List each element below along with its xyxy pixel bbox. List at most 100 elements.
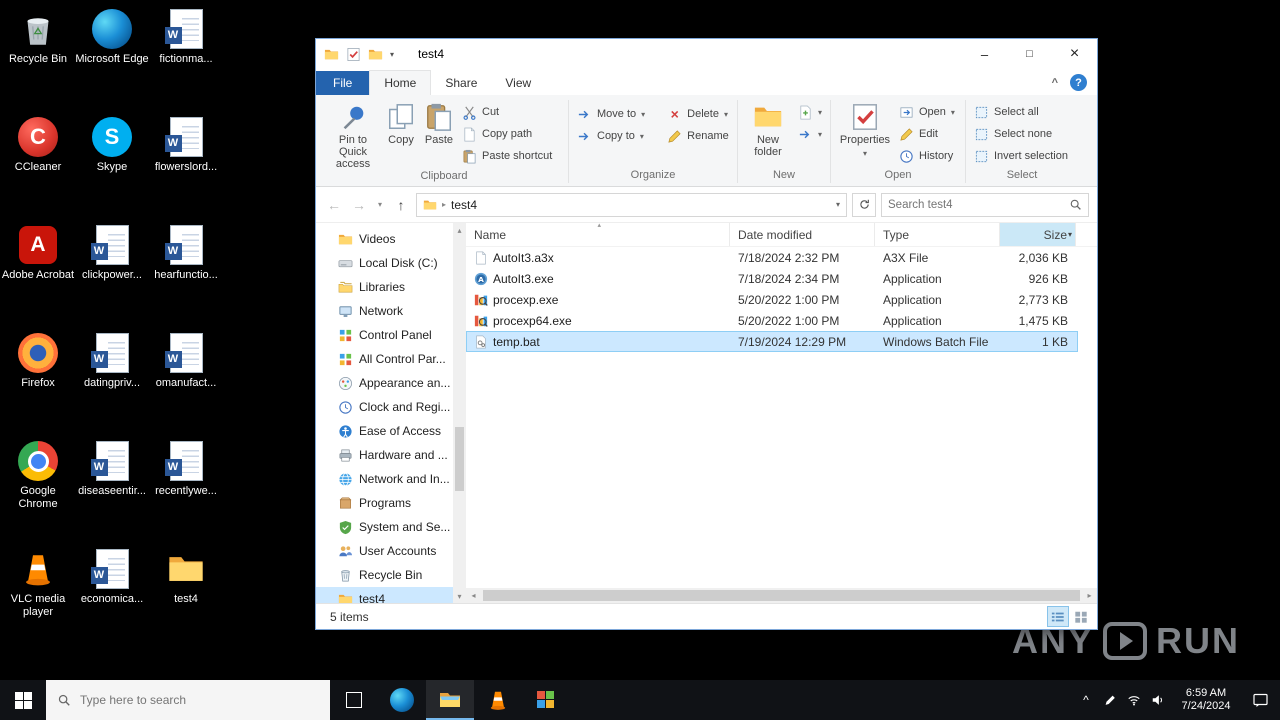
- properties-button[interactable]: Properties ▾: [835, 99, 895, 160]
- scroll-right-icon[interactable]: ▸: [1082, 591, 1097, 600]
- copy-to-button[interactable]: Copy to ▾: [573, 125, 649, 147]
- column-filter-chevron-icon[interactable]: ▾: [1068, 230, 1072, 239]
- start-button[interactable]: [0, 680, 46, 720]
- sidebar-item-programs[interactable]: Programs: [316, 491, 453, 515]
- desktop-icon-recycle-bin[interactable]: Recycle Bin: [0, 8, 76, 66]
- scrollbar-thumb[interactable]: [483, 590, 1080, 601]
- tab-share[interactable]: Share: [431, 71, 491, 95]
- sidebar-item-control-panel[interactable]: Control Panel: [316, 323, 453, 347]
- column-header-name[interactable]: ▴ Name: [466, 222, 730, 246]
- history-button[interactable]: History: [895, 145, 959, 167]
- taskbar-vlc-button[interactable]: [474, 680, 522, 720]
- column-header-date-modified[interactable]: Date modified: [730, 223, 875, 246]
- sidebar-item-libraries[interactable]: Libraries: [316, 275, 453, 299]
- scroll-up-icon[interactable]: ▴: [457, 223, 461, 237]
- tab-file[interactable]: File: [316, 71, 370, 95]
- desktop-icon-diseaseentir[interactable]: diseaseentir...: [74, 440, 150, 498]
- sidebar-scrollbar[interactable]: ▴ ▾: [453, 223, 466, 603]
- desktop-icon-test4[interactable]: test4: [148, 548, 224, 606]
- desktop-icon-hearfunctio[interactable]: hearfunctio...: [148, 224, 224, 282]
- sidebar-item-hardware-and-sound[interactable]: Hardware and ...: [316, 443, 453, 467]
- title-bar[interactable]: ▾ test4 – □ ×: [316, 39, 1097, 69]
- invert-selection-button[interactable]: Invert selection: [970, 145, 1072, 167]
- breadcrumb-path[interactable]: test4: [451, 198, 477, 212]
- copy-button[interactable]: Copy: [382, 99, 420, 146]
- edit-button[interactable]: Edit: [895, 123, 959, 145]
- scrollbar-thumb[interactable]: [455, 427, 464, 491]
- scroll-down-icon[interactable]: ▾: [457, 589, 461, 603]
- file-list[interactable]: ▴ Name Date modified Type Size ▾ AutoIt3…: [466, 222, 1097, 603]
- new-folder-button[interactable]: New folder: [742, 99, 794, 158]
- desktop-icon-datingpriv[interactable]: datingpriv...: [74, 332, 150, 390]
- desktop-icon-flowerslord[interactable]: flowerslord...: [148, 116, 224, 174]
- new-item-button[interactable]: ▾: [794, 101, 826, 123]
- sidebar-item-network[interactable]: Network: [316, 299, 453, 323]
- file-row[interactable]: AutoIt3.exe 7/18/2024 2:34 PM Applicatio…: [466, 268, 1078, 289]
- pen-icon[interactable]: [1098, 680, 1122, 720]
- navigation-pane[interactable]: Videos Local Disk (C:) Libraries Network…: [316, 223, 453, 603]
- view-details-button[interactable]: [1047, 606, 1069, 627]
- address-box[interactable]: ▸ test4 ▾: [416, 192, 847, 217]
- refresh-button[interactable]: [852, 192, 876, 217]
- forward-button[interactable]: →: [349, 197, 369, 213]
- sidebar-item-appearance[interactable]: Appearance an...: [316, 371, 453, 395]
- paste-button[interactable]: Paste: [420, 99, 458, 146]
- sidebar-item-ease-of-access[interactable]: Ease of Access: [316, 419, 453, 443]
- taskbar-edge-button[interactable]: [378, 680, 426, 720]
- help-icon[interactable]: ?: [1070, 74, 1087, 91]
- desktop[interactable]: Recycle Bin Microsoft Edge fictionma... …: [0, 0, 1280, 720]
- filelist-hscrollbar[interactable]: ◂ ▸: [466, 588, 1097, 603]
- qat-properties-icon[interactable]: [346, 47, 361, 62]
- tab-home[interactable]: Home: [369, 70, 432, 95]
- delete-button[interactable]: × Delete ▾: [663, 103, 733, 125]
- desktop-icon-edge[interactable]: Microsoft Edge: [74, 8, 150, 66]
- file-rows[interactable]: AutoIt3.a3x 7/18/2024 2:32 PM A3X File 2…: [466, 247, 1097, 588]
- desktop-icon-skype[interactable]: Skype: [74, 116, 150, 174]
- sidebar-item-videos[interactable]: Videos: [316, 227, 453, 251]
- notification-center-button[interactable]: [1242, 680, 1280, 720]
- sidebar-item-user-accounts[interactable]: User Accounts: [316, 539, 453, 563]
- file-row[interactable]: procexp64.exe 5/20/2022 1:00 PM Applicat…: [466, 310, 1078, 331]
- recent-locations-chevron-icon[interactable]: ▾: [374, 200, 386, 209]
- open-button[interactable]: Open ▾: [895, 101, 959, 123]
- sidebar-item-system-and-security[interactable]: System and Se...: [316, 515, 453, 539]
- qat-customize-chevron-icon[interactable]: ▾: [390, 50, 394, 59]
- sidebar-item-local-disk-c[interactable]: Local Disk (C:): [316, 251, 453, 275]
- file-row[interactable]: AutoIt3.a3x 7/18/2024 2:32 PM A3X File 2…: [466, 247, 1078, 268]
- column-header-size[interactable]: Size ▾: [1000, 223, 1076, 246]
- minimize-button[interactable]: –: [962, 39, 1007, 69]
- desktop-icon-economica[interactable]: economica...: [74, 548, 150, 606]
- file-row[interactable]: procexp.exe 5/20/2022 1:00 PM Applicatio…: [466, 289, 1078, 310]
- taskbar-explorer-button[interactable]: [426, 680, 474, 720]
- maximize-button[interactable]: □: [1007, 39, 1052, 69]
- select-none-button[interactable]: Select none: [970, 123, 1072, 145]
- sidebar-item-network-and-internet[interactable]: Network and In...: [316, 467, 453, 491]
- cut-button[interactable]: Cut: [458, 101, 556, 123]
- taskbar-search-input[interactable]: [80, 693, 319, 707]
- desktop-icon-adobe-acrobat[interactable]: Adobe Acrobat: [0, 224, 76, 282]
- tab-view[interactable]: View: [491, 71, 545, 95]
- sidebar-item-test4[interactable]: test4: [316, 587, 453, 603]
- back-button[interactable]: ←: [324, 197, 344, 213]
- search-input[interactable]: [888, 198, 1069, 211]
- rename-button[interactable]: Rename: [663, 125, 733, 147]
- scroll-left-icon[interactable]: ◂: [466, 591, 481, 600]
- pin-to-quick-access-button[interactable]: Pin to Quick access: [324, 99, 382, 170]
- qat-new-folder-icon[interactable]: [368, 47, 383, 62]
- sidebar-item-all-control-panel-items[interactable]: All Control Par...: [316, 347, 453, 371]
- task-view-button[interactable]: [330, 680, 378, 720]
- sidebar-item-recycle-bin[interactable]: Recycle Bin: [316, 563, 453, 587]
- desktop-icon-ccleaner[interactable]: CCleaner: [0, 116, 76, 174]
- sidebar-item-clock-and-region[interactable]: Clock and Regi...: [316, 395, 453, 419]
- address-dropdown-icon[interactable]: ▾: [836, 200, 840, 209]
- desktop-icon-google-chrome[interactable]: Google Chrome: [0, 440, 76, 511]
- view-thumbnails-button[interactable]: [1071, 607, 1091, 626]
- select-all-button[interactable]: Select all: [970, 101, 1072, 123]
- desktop-icon-vlc[interactable]: VLC media player: [0, 548, 76, 619]
- up-button[interactable]: ↑: [391, 197, 411, 213]
- paste-shortcut-button[interactable]: Paste shortcut: [458, 145, 556, 167]
- move-to-button[interactable]: Move to ▾: [573, 103, 649, 125]
- copy-path-button[interactable]: Copy path: [458, 123, 556, 145]
- easy-access-button[interactable]: ▾: [794, 123, 826, 145]
- taskbar-search[interactable]: [46, 680, 330, 720]
